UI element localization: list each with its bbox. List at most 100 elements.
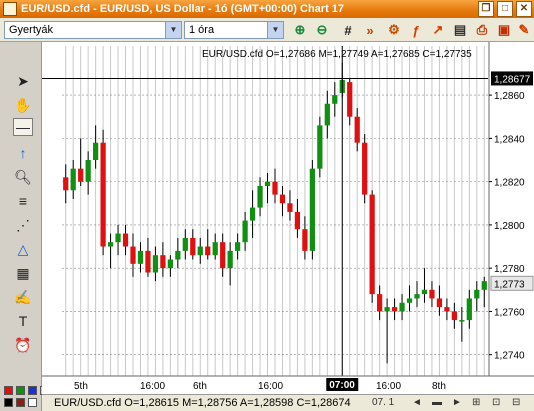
- price-tick-label: 1,2820: [494, 178, 525, 189]
- price-axis[interactable]: 1,2860 1,2840 1,2820 1,2800 1,2780 1,2760 1,27…: [488, 42, 534, 394]
- candle-down: [444, 307, 450, 312]
- indicator-icon[interactable]: ƒ: [406, 21, 426, 39]
- scroll-right-icon[interactable]: ►: [452, 397, 462, 408]
- candle-down: [100, 142, 106, 247]
- scroll-end-icon[interactable]: »: [360, 21, 380, 39]
- price-chart[interactable]: 1,2860 1,2840 1,2820 1,2800 1,2780 1,2760 1,27…: [42, 42, 534, 394]
- candle-down: [294, 211, 301, 230]
- chevron-down-icon[interactable]: ▼: [267, 22, 283, 38]
- horizontal-line-icon[interactable]: —: [13, 118, 33, 136]
- close-button[interactable]: ✕: [516, 1, 532, 17]
- timeframe-select[interactable]: 1 óra ▼: [184, 21, 284, 39]
- status-ohlc: EUR/USD.cfd O=1,28615 M=1,28756 A=1,2859…: [54, 397, 351, 409]
- candle-up: [235, 242, 241, 251]
- settings-icon[interactable]: ✎: [514, 21, 534, 39]
- title-bar: EUR/USD.cfd - EUR/USD, US Dollar - 1ó (G…: [0, 0, 534, 18]
- color-swatch-green[interactable]: [16, 386, 25, 395]
- price-tick-label: 1,2740: [494, 351, 525, 362]
- candle-up: [466, 298, 472, 321]
- candle-up: [93, 142, 99, 160]
- candle-down: [429, 289, 435, 299]
- chart-ohlc-header: EUR/USD.cfd O=1,27686 M=1,27749 A=1,2768…: [202, 49, 472, 60]
- fan-icon[interactable]: ⋰: [13, 216, 33, 234]
- candle-down: [354, 116, 360, 143]
- candle-down: [362, 142, 368, 195]
- drawing-tools-sidebar: ➤ ✋ — ↑ 🔍︎ ≡ ⋰ △ ▦ ✍ T ⏰: [0, 42, 49, 411]
- price-tick-label: 1,2780: [494, 264, 525, 275]
- time-axis[interactable]: 5th 16:00 6th 16:00 16:00 8th 07:00: [42, 375, 534, 394]
- candle-up: [152, 255, 159, 273]
- pin-icon[interactable]: ⊡: [492, 397, 500, 408]
- zoom-in-icon[interactable]: ⊕: [290, 21, 310, 39]
- timeframe-value: 1 óra: [189, 24, 215, 36]
- candle-down: [436, 298, 443, 308]
- candle-down: [272, 181, 278, 195]
- candle-up: [317, 125, 323, 169]
- candle-up: [406, 298, 413, 303]
- crosshair: [42, 46, 488, 376]
- color-swatch-black[interactable]: [4, 398, 13, 407]
- arrow-up-icon[interactable]: ↑: [13, 144, 33, 162]
- candle-up: [481, 281, 487, 290]
- candle-down: [347, 82, 353, 117]
- new-order-icon[interactable]: ↗: [428, 21, 448, 39]
- cursor-icon[interactable]: ➤: [13, 72, 33, 90]
- time-tick-label: 8th: [432, 381, 446, 392]
- candle-down: [302, 229, 308, 251]
- candle-down: [130, 246, 136, 264]
- triangle-icon[interactable]: △: [13, 240, 33, 258]
- expand-icon[interactable]: ⊞: [472, 397, 480, 408]
- brush-icon[interactable]: ✍: [13, 288, 33, 306]
- color-swatch-red[interactable]: [4, 386, 13, 395]
- price-tick-label: 1,2860: [494, 91, 525, 102]
- candle-up: [309, 168, 315, 251]
- candle-up: [175, 250, 181, 260]
- candlestick-chart[interactable]: 1,2860 1,2840 1,2820 1,2800 1,2780 1,2760 1,27…: [42, 42, 534, 394]
- candle-up: [197, 246, 203, 256]
- maximize-button[interactable]: □: [497, 1, 513, 17]
- lock-icon[interactable]: ⊟: [512, 397, 520, 408]
- candle-down: [287, 203, 293, 212]
- candle-up: [257, 185, 263, 208]
- scroll-handle-icon[interactable]: ▬: [432, 397, 442, 408]
- candle-up: [474, 289, 480, 299]
- restore-button[interactable]: ❐: [478, 1, 494, 17]
- crosshair-time-label: 07:00: [329, 380, 355, 391]
- candle-up: [459, 320, 465, 322]
- chevron-down-icon[interactable]: ▼: [165, 22, 181, 38]
- color-swatch-blue[interactable]: [28, 386, 37, 395]
- calculator-icon[interactable]: ▦: [13, 264, 33, 282]
- color-swatch-brown[interactable]: [16, 398, 25, 407]
- candle-down: [391, 307, 398, 312]
- candle-up: [70, 168, 76, 191]
- price-tick-label: 1,2760: [494, 307, 525, 318]
- alarm-icon[interactable]: ⏰: [13, 336, 33, 354]
- scroll-left-icon[interactable]: ◄: [412, 397, 422, 408]
- template-icon[interactable]: ▤: [450, 21, 470, 39]
- candle-down: [377, 294, 383, 312]
- save-image-icon[interactable]: ▣: [494, 21, 514, 39]
- grid-toggle-icon[interactable]: #: [338, 21, 358, 39]
- candle-down: [205, 246, 211, 256]
- color-swatch-white[interactable]: [28, 398, 37, 407]
- tools-icon[interactable]: ⚙: [384, 21, 404, 39]
- vertical-grid: [65, 46, 485, 376]
- zoom-out-icon[interactable]: ⊖: [312, 21, 332, 39]
- candle-up: [384, 307, 390, 312]
- time-tick-label: 16:00: [140, 381, 165, 392]
- time-tick-label: 5th: [74, 381, 88, 392]
- chart-type-select[interactable]: Gyertyák ▼: [4, 21, 182, 39]
- print-icon[interactable]: ⎙: [472, 21, 492, 39]
- hand-icon[interactable]: ✋: [13, 96, 33, 114]
- app-icon: [3, 2, 17, 16]
- candle-up: [212, 242, 218, 256]
- text-icon[interactable]: T: [13, 312, 33, 330]
- fibonacci-icon[interactable]: ≡: [13, 192, 33, 210]
- status-bar: EUR/USD.cfd O=1,28615 M=1,28756 A=1,2859…: [42, 394, 534, 411]
- candle-up: [399, 302, 405, 312]
- candle-up: [107, 242, 114, 247]
- candle-down: [451, 311, 457, 321]
- magnifier-icon[interactable]: 🔍︎: [13, 168, 33, 186]
- candle-down: [369, 194, 375, 295]
- candle-up: [414, 294, 420, 299]
